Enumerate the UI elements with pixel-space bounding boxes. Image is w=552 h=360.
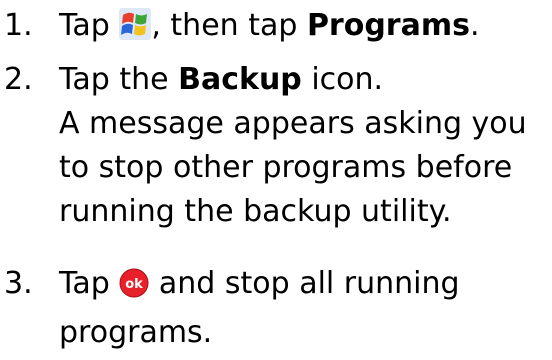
step-3: 3. Tap ok and stop all running programs. — [0, 262, 552, 355]
step-1: 1. Tap , then tap Programs. — [0, 4, 552, 53]
step-2: 2. Tap the Backup icon. A message appear… — [0, 58, 552, 234]
ok-icon: ok — [119, 267, 149, 311]
step-text: , then tap — [151, 8, 298, 43]
step-text: and stop all running — [158, 266, 460, 301]
step-text: icon. — [311, 62, 384, 97]
instructions-page: 1. Tap , then tap Programs. 2. Tap the B… — [0, 0, 552, 360]
step-text: . — [469, 8, 480, 43]
step-text: programs. — [59, 315, 213, 350]
step-text: Tap — [59, 8, 110, 43]
windows-start-icon — [119, 8, 152, 53]
step-number: 1. — [4, 8, 33, 43]
step-number: 3. — [4, 266, 33, 301]
step-text: Tap — [59, 266, 110, 301]
step-text: A message appears asking you — [59, 106, 527, 141]
step-number: 2. — [4, 62, 33, 97]
step-text: to stop other programs before — [59, 150, 513, 185]
step-text: Tap the — [59, 62, 169, 97]
svg-text:ok: ok — [126, 277, 144, 292]
programs-label: Programs — [306, 8, 470, 43]
backup-label: Backup — [178, 62, 302, 97]
step-text: running the backup utility. — [59, 194, 452, 229]
